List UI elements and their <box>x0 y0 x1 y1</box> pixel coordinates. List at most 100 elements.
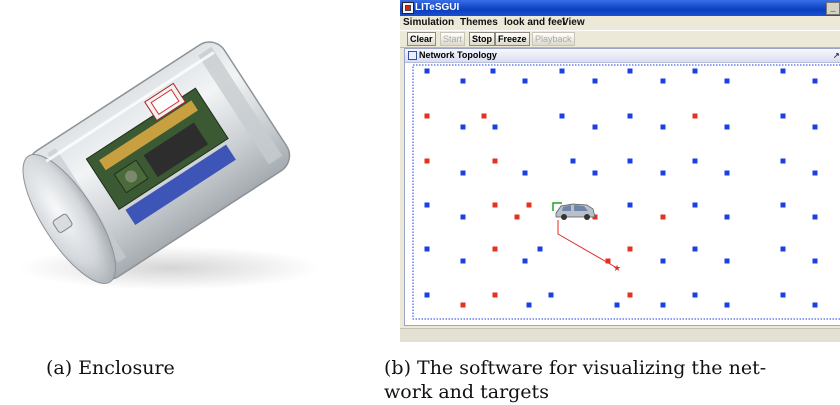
window-title-bar: LITeSGUI _ □ <box>400 0 840 16</box>
sensor-node <box>522 258 528 264</box>
sensor-node <box>424 68 430 74</box>
active-sensor-node <box>627 246 633 252</box>
sensor-node <box>559 68 565 74</box>
topology-canvas: ★ <box>412 64 840 320</box>
freeze-button[interactable]: Freeze <box>495 32 530 46</box>
sensor-node <box>812 302 818 308</box>
frame-icon <box>408 51 417 60</box>
target-estimate-icon: ★ <box>613 263 621 273</box>
sensor-node <box>424 292 430 298</box>
field-boundary <box>412 64 840 320</box>
sensor-node <box>592 124 598 130</box>
menu-view[interactable]: View <box>562 16 585 29</box>
sensor-node <box>780 113 786 119</box>
stop-button[interactable]: Stop <box>469 32 495 46</box>
menu-bar: Simulation Themes look and feel View <box>400 16 840 30</box>
app-icon <box>402 2 414 14</box>
sensor-node <box>724 124 730 130</box>
minimize-icon[interactable]: _ <box>826 2 840 15</box>
active-sensor-node <box>526 202 532 208</box>
sensor-node <box>812 170 818 176</box>
sensor-node <box>660 258 666 264</box>
window-title: LITeSGUI <box>415 2 460 13</box>
sensor-node <box>780 68 786 74</box>
sensor-node <box>812 78 818 84</box>
active-sensor-node <box>424 113 430 119</box>
menu-themes[interactable]: Themes <box>460 16 498 29</box>
network-topology-frame: ★ Network Topology ↗ □ <box>404 48 840 326</box>
sensor-node <box>692 246 698 252</box>
sensor-node <box>692 68 698 74</box>
frame-title: Network Topology <box>419 50 497 60</box>
sensor-node <box>460 124 466 130</box>
sensor-node <box>724 258 730 264</box>
sensor-node <box>627 68 633 74</box>
sensor-node <box>627 113 633 119</box>
clear-button[interactable]: Clear <box>407 32 436 46</box>
sensor-node <box>660 124 666 130</box>
sensor-node <box>660 170 666 176</box>
sensor-node <box>660 78 666 84</box>
sensor-node <box>614 302 620 308</box>
active-sensor-node <box>460 302 466 308</box>
sensor-node <box>812 124 818 130</box>
start-button[interactable]: Start <box>440 32 466 46</box>
sensor-node <box>570 158 576 164</box>
sensor-node <box>424 246 430 252</box>
internal-frame-title-bar[interactable]: Network Topology ↗ □ <box>405 49 840 63</box>
sensor-node <box>724 170 730 176</box>
sensor-node <box>592 170 598 176</box>
sensor-node <box>780 202 786 208</box>
active-sensor-node <box>424 158 430 164</box>
sensor-node <box>460 78 466 84</box>
sensor-node <box>692 292 698 298</box>
sensor-node <box>537 246 543 252</box>
frame-maximize-icon[interactable]: ↗ □ <box>833 49 840 62</box>
sensor-node <box>812 214 818 220</box>
menu-look-and-feel[interactable]: look and feel <box>504 16 565 29</box>
sensor-node <box>812 258 818 264</box>
sensor-node <box>627 158 633 164</box>
sensor-node <box>592 78 598 84</box>
litesgui-window: LITeSGUI _ □ Simulation Themes look and … <box>400 0 840 342</box>
caption-software: (b) The software for visualizing the net… <box>384 357 767 379</box>
sensor-node <box>724 214 730 220</box>
sensor-node <box>780 246 786 252</box>
active-sensor-node <box>627 292 633 298</box>
sensor-node <box>460 214 466 220</box>
sensor-node <box>460 170 466 176</box>
sensor-node <box>490 68 496 74</box>
sensor-node <box>522 78 528 84</box>
sensor-node <box>780 158 786 164</box>
sensor-node <box>660 302 666 308</box>
active-sensor-node <box>692 113 698 119</box>
active-sensor-node <box>492 292 498 298</box>
active-sensor-node <box>481 113 487 119</box>
sensor-node <box>692 158 698 164</box>
sensor-node <box>692 202 698 208</box>
status-bar <box>400 328 840 342</box>
sensor-node <box>548 292 554 298</box>
active-sensor-node <box>492 158 498 164</box>
sensor-node <box>460 258 466 264</box>
sensor-node <box>522 170 528 176</box>
sensor-node <box>724 302 730 308</box>
caption-software-continued: work and targets <box>384 381 549 403</box>
toolbar: Clear Start Stop Freeze Playback <box>400 30 840 48</box>
caption-enclosure: (a) Enclosure <box>46 357 175 379</box>
active-sensor-node <box>492 246 498 252</box>
sensor-node <box>559 113 565 119</box>
active-sensor-node <box>660 214 666 220</box>
car-icon <box>552 202 596 220</box>
sensor-node <box>424 202 430 208</box>
active-sensor-node <box>492 202 498 208</box>
sensor-node <box>492 124 498 130</box>
menu-simulation[interactable]: Simulation <box>403 16 454 29</box>
sensor-node <box>627 202 633 208</box>
sensor-node <box>780 292 786 298</box>
active-sensor-node <box>514 214 520 220</box>
sensor-node <box>526 302 532 308</box>
sensor-node <box>724 78 730 84</box>
enclosure-photo <box>20 41 320 290</box>
playback-button[interactable]: Playback <box>532 32 575 46</box>
